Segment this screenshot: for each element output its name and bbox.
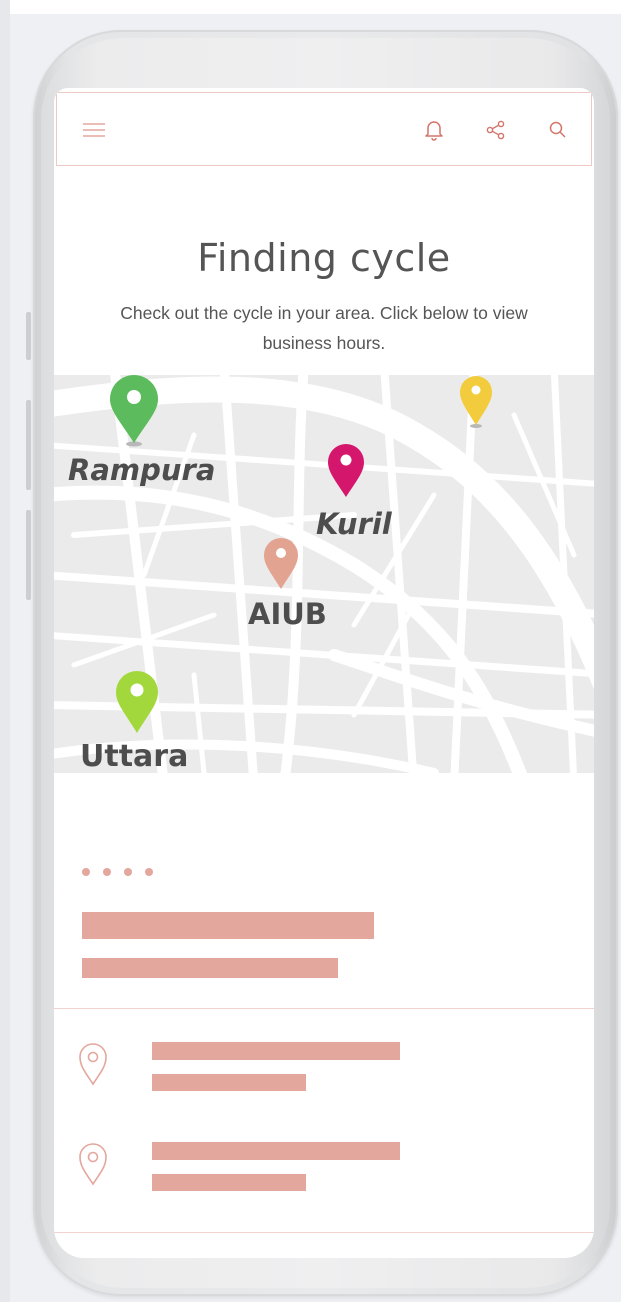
- map-label-kuril: Kuril: [316, 507, 392, 541]
- map-view[interactable]: Rampura Kuril AIUB Uttara: [54, 375, 594, 773]
- section-divider: [54, 1232, 594, 1233]
- map-pin-rampura[interactable]: [108, 375, 160, 451]
- map-label-aiub: AIUB: [248, 597, 327, 631]
- map-pin-yellow[interactable]: [458, 375, 494, 433]
- map-pin-aiub[interactable]: [262, 537, 300, 595]
- share-icon[interactable]: [483, 117, 509, 143]
- section-divider: [54, 1008, 594, 1009]
- page-left-strip: [0, 0, 10, 1302]
- page-subtitle: Check out the cycle in your area. Click …: [120, 303, 528, 353]
- map-label-rampura: Rampura: [68, 453, 216, 487]
- volume-button: [26, 312, 31, 360]
- volume-down-button: [26, 510, 31, 600]
- location-pin-outline-icon: [78, 1142, 108, 1186]
- search-icon[interactable]: [545, 117, 571, 143]
- page-top-strip: [0, 0, 621, 14]
- hamburger-menu-icon[interactable]: [81, 117, 107, 143]
- page-title: Finding cycle: [197, 236, 451, 280]
- location-pin-outline-icon: [78, 1042, 108, 1086]
- app-bar: [56, 92, 592, 166]
- map-pin-kuril[interactable]: [326, 443, 366, 503]
- list-item-title-bar: [152, 1142, 400, 1160]
- phone-screen: Finding cycle Check out the cycle in you…: [54, 88, 594, 1258]
- bell-icon[interactable]: [421, 117, 447, 143]
- map-pin-uttara[interactable]: [114, 671, 160, 739]
- list-item-title-bar: [152, 1042, 400, 1060]
- list-item-subtitle-bar: [152, 1174, 306, 1191]
- dot: [124, 868, 132, 876]
- map-label-uttara: Uttara: [80, 739, 189, 773]
- subheading-placeholder-bar: [82, 958, 338, 978]
- heading-placeholder-bar: [82, 912, 374, 939]
- dot: [103, 868, 111, 876]
- volume-up-button: [26, 400, 31, 490]
- dot: [82, 868, 90, 876]
- list-item-subtitle-bar: [152, 1074, 306, 1091]
- dot: [145, 868, 153, 876]
- pagination-dots: [82, 868, 153, 876]
